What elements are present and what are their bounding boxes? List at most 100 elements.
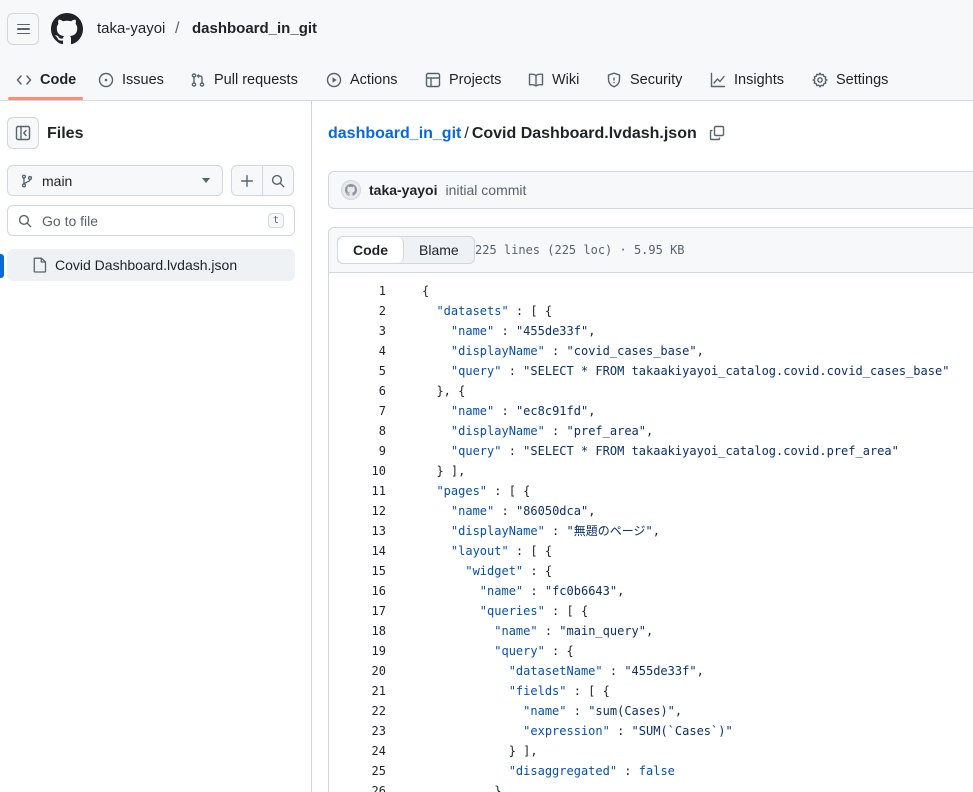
line-content: "query" : "SELECT * FROM takaakiyayoi_ca… xyxy=(450,364,950,378)
file-tree-item[interactable]: Covid Dashboard.lvdash.json xyxy=(7,249,295,281)
tab-insights[interactable]: Insights xyxy=(710,60,784,100)
collapse-sidebar-button[interactable] xyxy=(7,117,39,149)
tab-wiki[interactable]: Wiki xyxy=(528,60,579,100)
line-number[interactable]: 23 xyxy=(329,721,386,741)
line-content: "displayName" : "無題のページ", xyxy=(450,524,660,538)
code-line: 17 "queries" : [ { xyxy=(329,601,973,621)
line-number[interactable]: 15 xyxy=(329,561,386,581)
line-number[interactable]: 8 xyxy=(329,421,386,441)
breadcrumb-owner[interactable]: taka-yayoi xyxy=(97,20,165,38)
line-number[interactable]: 12 xyxy=(329,501,386,521)
path-file-name: Covid Dashboard.lvdash.json xyxy=(471,125,697,142)
branch-name: main xyxy=(42,172,73,189)
tab-settings[interactable]: Settings xyxy=(812,60,888,100)
line-number[interactable]: 1 xyxy=(329,281,386,301)
tab-pull-requests[interactable]: Pull requests xyxy=(190,60,298,100)
line-number[interactable]: 24 xyxy=(329,741,386,761)
file-tree-sidebar: Files main Go to file t Covid Dashboard.… xyxy=(0,101,312,792)
github-logo-icon[interactable] xyxy=(51,13,83,45)
line-number[interactable]: 3 xyxy=(329,321,386,341)
line-number[interactable]: 20 xyxy=(329,661,386,681)
line-content: { xyxy=(422,284,430,298)
code-line: 23 "expression" : "SUM(`Cases`)" xyxy=(329,721,973,741)
commit-author[interactable]: taka-yayoi xyxy=(369,182,437,198)
tab-code[interactable]: Code xyxy=(16,60,76,100)
graph-icon xyxy=(710,72,726,88)
code-line: 26 }, xyxy=(329,781,973,792)
repo-header: taka-yayoi / dashboard_in_git Code Issue… xyxy=(0,0,973,101)
code-line: 13 "displayName" : "無題のページ", xyxy=(329,521,973,541)
tab-issues[interactable]: Issues xyxy=(98,60,164,100)
line-content: "displayName" : "covid_cases_base", xyxy=(450,344,704,358)
avatar[interactable] xyxy=(341,180,361,200)
tab-security[interactable]: Security xyxy=(606,60,682,100)
line-number[interactable]: 2 xyxy=(329,301,386,321)
line-number[interactable]: 9 xyxy=(329,441,386,461)
gear-icon xyxy=(812,72,828,88)
line-content: "name" : "86050dca", xyxy=(450,504,596,518)
code-view-button[interactable]: Code xyxy=(338,237,404,263)
chevron-down-icon xyxy=(202,178,210,183)
line-number[interactable]: 22 xyxy=(329,701,386,721)
line-number[interactable]: 21 xyxy=(329,681,386,701)
line-number[interactable]: 7 xyxy=(329,401,386,421)
line-content: "name" : "fc0b6643", xyxy=(479,584,625,598)
code-viewer: Code Blame 225 lines (225 loc) · 5.95 KB… xyxy=(328,227,973,792)
line-content: "name" : "ec8c91fd", xyxy=(450,404,596,418)
pull-request-icon xyxy=(191,73,205,87)
tab-projects[interactable]: Projects xyxy=(425,60,501,100)
line-number[interactable]: 18 xyxy=(329,621,386,641)
code-toolbar: Code Blame 225 lines (225 loc) · 5.95 KB xyxy=(329,228,973,273)
code-line: 9 "query" : "SELECT * FROM takaakiyayoi_… xyxy=(329,441,973,461)
line-content: "name" : "sum(Cases)", xyxy=(523,704,683,718)
go-to-file-input[interactable]: Go to file t xyxy=(7,205,295,236)
line-content: } ], xyxy=(422,744,538,758)
blame-view-button[interactable]: Blame xyxy=(404,237,474,263)
branch-selector[interactable]: main xyxy=(7,165,223,196)
table-icon xyxy=(425,72,441,88)
code-line: 12 "name" : "86050dca", xyxy=(329,501,973,521)
tab-label: Actions xyxy=(350,72,398,88)
code-line: 7 "name" : "ec8c91fd", xyxy=(329,401,973,421)
line-number[interactable]: 17 xyxy=(329,601,386,621)
commit-message[interactable]: initial commit xyxy=(445,182,526,198)
line-number[interactable]: 14 xyxy=(329,541,386,561)
code-line: 2 "datasets" : [ { xyxy=(329,301,973,321)
line-number[interactable]: 10 xyxy=(329,461,386,481)
line-content: "queries" : [ { xyxy=(479,604,589,618)
line-number[interactable]: 26 xyxy=(329,781,386,792)
book-icon xyxy=(528,73,544,87)
code-line: 25 "disaggregated" : false xyxy=(329,761,973,781)
line-number[interactable]: 5 xyxy=(329,361,386,381)
code-line: 6 }, { xyxy=(329,381,973,401)
file-icon xyxy=(33,257,47,273)
line-content: "layout" : [ { xyxy=(450,544,553,558)
line-number[interactable]: 13 xyxy=(329,521,386,541)
search-files-button[interactable] xyxy=(262,165,294,196)
line-content: }, { xyxy=(422,384,466,398)
tab-label: Pull requests xyxy=(214,72,298,88)
copy-icon[interactable] xyxy=(709,125,725,141)
path-repo-link[interactable]: dashboard_in_git xyxy=(328,125,461,142)
menu-button[interactable] xyxy=(7,13,39,45)
line-number[interactable]: 11 xyxy=(329,481,386,501)
line-number[interactable]: 6 xyxy=(329,381,386,401)
line-number[interactable]: 19 xyxy=(329,641,386,661)
line-content: "expression" : "SUM(`Cases`)" xyxy=(523,724,733,738)
tab-label: Insights xyxy=(734,72,784,88)
add-file-button[interactable] xyxy=(231,165,263,196)
file-view: dashboard_in_git / Covid Dashboard.lvdash.… xyxy=(313,101,973,792)
file-tree-item-label: Covid Dashboard.lvdash.json xyxy=(55,257,238,273)
code-line: 14 "layout" : [ { xyxy=(329,541,973,561)
line-number[interactable]: 4 xyxy=(329,341,386,361)
breadcrumb-repo[interactable]: dashboard_in_git xyxy=(192,20,317,38)
tab-actions[interactable]: Actions xyxy=(326,60,398,100)
plus-icon xyxy=(241,174,253,187)
line-content: "datasetName" : "455de33f", xyxy=(508,664,704,678)
sidebar-collapse-icon xyxy=(15,125,31,141)
line-content: "query" : "SELECT * FROM takaakiyayoi_ca… xyxy=(450,444,899,458)
tab-label: Issues xyxy=(122,72,164,88)
line-number[interactable]: 16 xyxy=(329,581,386,601)
line-content: "query" : { xyxy=(494,644,574,658)
line-number[interactable]: 25 xyxy=(329,761,386,781)
